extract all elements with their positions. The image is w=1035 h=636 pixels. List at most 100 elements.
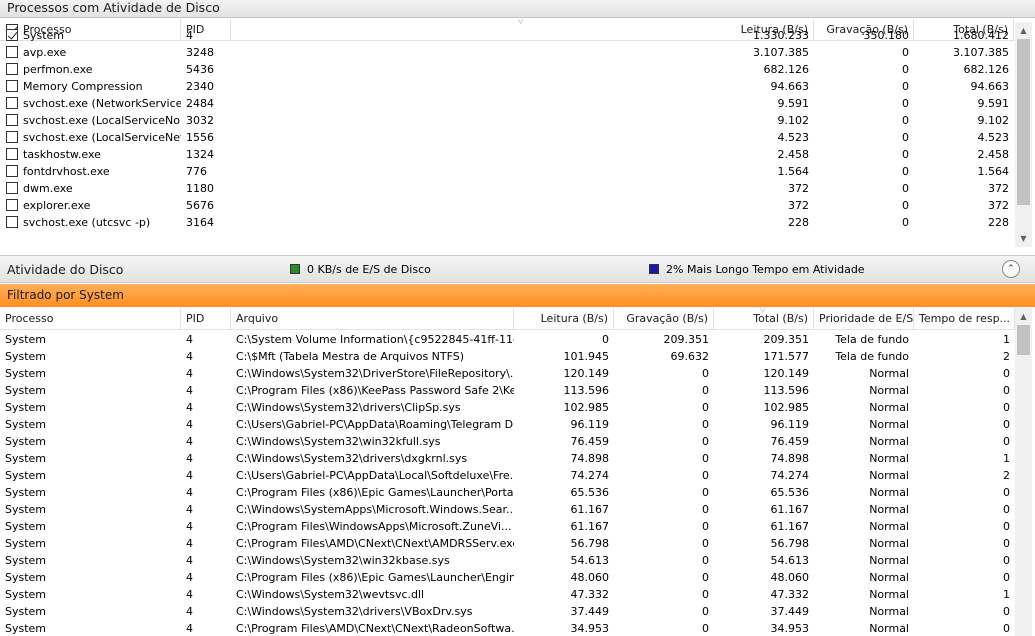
table-row[interactable]: svchost.exe (LocalServiceNo... 3032 9.102 0… [0,112,1015,129]
col-header-response[interactable]: Tempo de resp... [914,308,1015,330]
file-file: C:\Users\Gabriel-PC\AppData\Local\Softde… [236,469,514,482]
file-priority: Normal [869,520,909,533]
process-checkbox[interactable] [6,97,18,109]
table-row[interactable]: avp.exe 3248 3.107.385 0 3.107.385 [0,44,1015,61]
process-cell: dwm.exe [0,180,181,197]
io-legend-label: 0 KB/s de E/S de Disco [307,263,431,276]
process-checkbox[interactable] [6,46,18,58]
table-row[interactable]: System 4 C:\$Mft (Tabela Mestra de Arquivo… [0,348,1015,365]
table-row[interactable]: System 4 C:\Program Files\WindowsApps\Micr… [0,518,1015,535]
col-header-priority[interactable]: Prioridade de E/S [814,308,914,330]
processes-scroll-thumb[interactable] [1017,39,1030,205]
file-priority: Normal [869,401,909,414]
process-checkbox[interactable] [6,216,18,228]
table-row[interactable]: System 4 C:\Windows\System32\drivers\VBoxD… [0,603,1015,620]
process-write: 0 [902,114,909,127]
col-header-read[interactable]: Leitura (B/s) [514,308,614,330]
process-read: 9.102 [777,114,810,127]
table-row[interactable]: System 4 C:\Windows\System32\DriverStore\F… [0,365,1015,382]
table-row[interactable]: System 4 C:\Program Files (x86)\Epic Games… [0,569,1015,586]
process-checkbox[interactable] [6,131,18,143]
scroll-down-icon[interactable]: ▼ [1015,230,1032,247]
processes-scrollbar[interactable]: ▲ ▼ [1015,22,1032,247]
process-cell: System [0,27,181,44]
table-row[interactable]: fontdrvhost.exe 776 1.564 0 1.564 [0,163,1015,180]
disk-files-scroll-thumb[interactable] [1017,325,1030,355]
process-write: 0 [902,46,909,59]
table-row[interactable]: System 4 C:\System Volume Information\{c95… [0,331,1015,348]
process-checkbox[interactable] [6,148,18,160]
file-name: System [5,469,47,482]
file-total: 96.119 [770,418,810,431]
process-total: 3.107.385 [953,46,1009,59]
table-row[interactable]: System 4 C:\Program Files\AMD\CNext\CNext\… [0,535,1015,552]
sort-indicator-icon: ▽ [518,19,524,25]
processes-section-header[interactable]: Processos com Atividade de Disco [0,0,1035,18]
process-checkbox[interactable] [6,199,18,211]
col-header-write[interactable]: Gravação (B/s) [614,308,714,330]
process-checkbox[interactable] [6,29,18,41]
table-row[interactable]: System 4 C:\Program Files (x86)\Epic Games… [0,484,1015,501]
file-response: 0 [1003,486,1010,499]
table-row[interactable]: System 4 C:\Windows\System32\drivers\dxgkr… [0,450,1015,467]
table-row[interactable]: System 4 1.330.233 350.180 1.680.412 [0,27,1015,44]
file-priority: Normal [869,469,909,482]
table-row[interactable]: System 4 C:\Windows\System32\win32kbase.sy… [0,552,1015,569]
collapse-disk-button[interactable]: ⌃ [1002,260,1020,278]
file-file: C:\Users\Gabriel-PC\AppData\Roaming\Tele… [236,418,514,431]
col-header-file[interactable]: Arquivo [231,308,514,330]
file-write: 0 [702,520,709,533]
file-response: 0 [1003,384,1010,397]
table-row[interactable]: System 4 C:\Users\Gabriel-PC\AppData\Local… [0,467,1015,484]
process-read: 372 [788,182,809,195]
file-read: 0 [602,333,609,346]
table-row[interactable]: System 4 C:\Program Files\AMD\CNext\CNext\… [0,620,1015,636]
process-write: 0 [902,63,909,76]
file-file: C:\$Mft (Tabela Mestra de Arquivos NTFS) [236,350,465,363]
table-row[interactable]: svchost.exe (NetworkService... 2484 9.591 0… [0,95,1015,112]
table-row[interactable]: System 4 C:\Windows\System32\wevtsvc.dll 47… [0,586,1015,603]
col-header-process[interactable]: Processo [0,308,181,330]
file-write: 0 [702,503,709,516]
process-checkbox[interactable] [6,80,18,92]
table-row[interactable]: svchost.exe (LocalServiceNet... 1556 4.523… [0,129,1015,146]
process-total: 1.680.412 [953,29,1009,42]
disk-files-scrollbar[interactable]: ▲ [1015,308,1032,636]
scroll-up-icon[interactable]: ▲ [1015,22,1032,39]
table-row[interactable]: dwm.exe 1180 372 0 372 [0,180,1015,197]
disk-activity-title: Atividade do Disco [7,262,124,277]
file-name: System [5,435,47,448]
table-row[interactable]: System 4 C:\Windows\System32\win32kfull.sy… [0,433,1015,450]
file-pid: 4 [186,503,193,516]
process-checkbox[interactable] [6,165,18,177]
process-pid: 1180 [186,182,214,195]
col-header-pid[interactable]: PID [181,308,231,330]
disk-activity-header[interactable]: Atividade do Disco 0 KB/s de E/S de Disc… [0,255,1035,283]
process-cell: fontdrvhost.exe [0,163,181,180]
process-checkbox[interactable] [6,63,18,75]
file-pid: 4 [186,537,193,550]
table-row[interactable]: System 4 C:\Program Files (x86)\KeePass Pa… [0,382,1015,399]
table-row[interactable]: perfmon.exe 5436 682.126 0 682.126 [0,61,1015,78]
file-read: 61.167 [570,503,610,516]
process-checkbox[interactable] [6,182,18,194]
file-response: 0 [1003,605,1010,618]
file-total: 65.536 [770,486,810,499]
table-row[interactable]: System 4 C:\Windows\System32\drivers\ClipS… [0,399,1015,416]
process-total: 9.591 [977,97,1010,110]
processes-table: Processo PID ▽ Leitura (B/s) Gravação (B… [0,19,1015,247]
table-row[interactable]: System 4 C:\Users\Gabriel-PC\AppData\Roami… [0,416,1015,433]
file-name: System [5,571,47,584]
file-pid: 4 [186,367,193,380]
table-row[interactable]: svchost.exe (utcsvc -p) 3164 228 0 228 [0,214,1015,231]
process-checkbox[interactable] [6,114,18,126]
file-read: 37.449 [570,605,610,618]
table-row[interactable]: System 4 C:\Windows\SystemApps\Microsoft.W… [0,501,1015,518]
scroll-up-icon[interactable]: ▲ [1015,308,1032,325]
table-row[interactable]: taskhostw.exe 1324 2.458 0 2.458 [0,146,1015,163]
table-row[interactable]: Memory Compression 2340 94.663 0 94.663 [0,78,1015,95]
file-write: 0 [702,367,709,380]
table-row[interactable]: explorer.exe 5676 372 0 372 [0,197,1015,214]
file-total: 120.149 [763,367,810,380]
file-total: 34.953 [770,622,810,635]
